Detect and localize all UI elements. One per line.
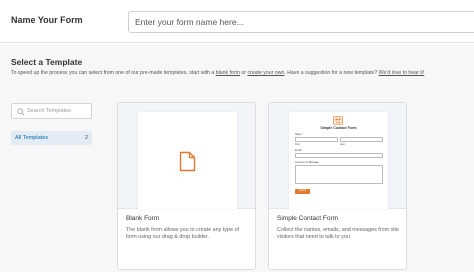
sidebar-item-all-templates[interactable]: All Templates 2 — [11, 131, 92, 145]
preview-form-title: Simple Contact Form — [320, 126, 357, 130]
preview-first-label: First — [295, 143, 300, 146]
suggest-template-link[interactable]: We'd love to hear it! — [379, 70, 425, 76]
preview-name-label: Name * — [295, 133, 303, 136]
template-search-input[interactable] — [27, 105, 89, 117]
form-name-header: Name Your Form — [0, 0, 474, 43]
search-icon — [17, 108, 25, 116]
card-preview: Simple Contact Form Name * First Last Em… — [269, 103, 406, 209]
wpforms-logo-icon — [333, 116, 343, 125]
sidebar-item-count: 2 — [84, 135, 88, 141]
template-selection-panel: Select a Template To speed up the proces… — [0, 44, 474, 272]
template-search-box[interactable] — [11, 103, 92, 119]
blank-form-link[interactable]: blank form — [216, 70, 240, 76]
card-description: The blank form allows you to create any … — [126, 227, 239, 241]
preview-paper — [138, 112, 237, 209]
preview-message-label: Comment or Message — [295, 161, 319, 164]
preview-last-name-field — [340, 137, 383, 142]
section-description: To speed up the process you can select f… — [11, 70, 471, 76]
card-description: Collect the names, emails, and messages … — [277, 227, 399, 241]
card-title: Blank Form — [126, 215, 160, 222]
sidebar-item-label: All Templates — [15, 135, 49, 141]
preview-email-label: Email * — [295, 149, 303, 152]
desc-text-after: . Have a suggestion for a new template? — [284, 70, 379, 76]
template-card-blank-form[interactable]: Blank Form The blank form allows you to … — [117, 102, 256, 270]
template-card-simple-contact-form[interactable]: Simple Contact Form Name * First Last Em… — [268, 102, 407, 270]
preview-last-label: Last — [340, 143, 345, 146]
card-preview — [118, 103, 255, 209]
preview-submit-button: Submit — [295, 189, 310, 194]
desc-text-start: To speed up the process you can select f… — [11, 70, 216, 76]
form-name-label: Name Your Form — [11, 15, 83, 25]
card-title: Simple Contact Form — [277, 215, 339, 222]
preview-email-field — [295, 153, 383, 158]
create-your-own-link[interactable]: create your own — [247, 70, 284, 76]
preview-first-name-field — [295, 137, 338, 142]
section-title: Select a Template — [11, 57, 83, 67]
form-name-input[interactable] — [128, 11, 474, 33]
preview-paper: Simple Contact Form Name * First Last Em… — [289, 112, 388, 209]
document-icon — [179, 151, 196, 172]
preview-message-field — [295, 165, 383, 184]
